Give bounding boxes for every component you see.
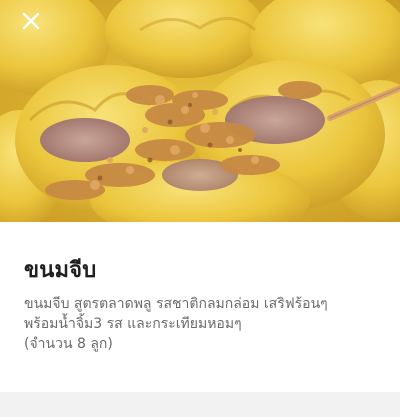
- item-description-line: พร้อมน้ำจิ้ม3 รส และกระเทียมหอมๆ: [24, 316, 242, 332]
- item-photo: [0, 0, 400, 222]
- item-description: ขนมจีบ สูตรตลาดพลู รสชาติกลมกล่อม เสริฟร…: [24, 294, 384, 354]
- item-description-line: ขนมจีบ สูตรตลาดพลู รสชาติกลมกล่อม เสริฟร…: [24, 296, 328, 312]
- menu-item-detail-screen: ขนมจีบ ขนมจีบ สูตรตลาดพลู รสชาติกลมกล่อม…: [0, 0, 400, 417]
- close-button[interactable]: [14, 4, 48, 38]
- dumpling-photo-illustration: [0, 0, 400, 222]
- item-details: ขนมจีบ ขนมจีบ สูตรตลาดพลู รสชาติกลมกล่อม…: [0, 222, 400, 392]
- close-icon: [22, 12, 40, 30]
- item-description-line: (จำนวน 8 ลูก): [24, 336, 113, 352]
- section-divider: [0, 392, 400, 417]
- item-title: ขนมจีบ: [24, 258, 97, 283]
